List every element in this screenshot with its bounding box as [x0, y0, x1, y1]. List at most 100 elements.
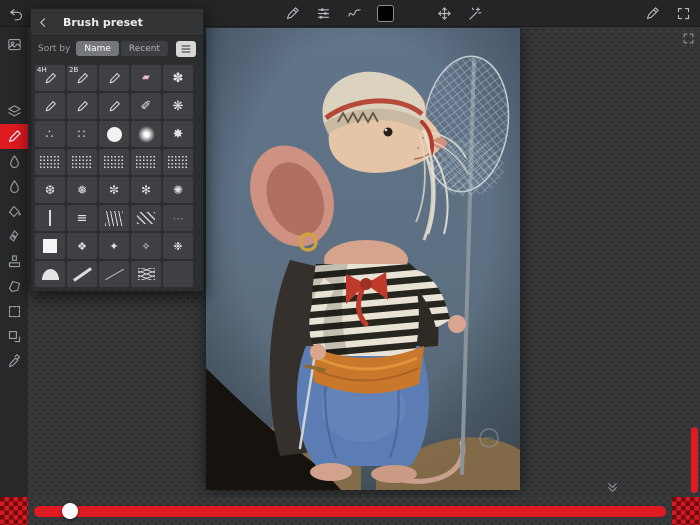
- undo-icon[interactable]: [5, 2, 27, 24]
- artwork-canvas[interactable]: [206, 28, 520, 490]
- transform-tool[interactable]: [0, 324, 28, 349]
- list-view-button[interactable]: [176, 41, 196, 57]
- brush-preset-cell[interactable]: ✻: [131, 177, 161, 203]
- brush-thumbnail: ✸: [173, 128, 184, 141]
- brush-thumbnail: ∴: [46, 128, 55, 140]
- expand-view-icon[interactable]: [682, 32, 695, 45]
- sort-option-name[interactable]: Name: [76, 41, 119, 56]
- sort-segmented-control: NameRecent: [76, 41, 168, 56]
- brush-thumbnail: ❉: [173, 241, 182, 252]
- brush-thumbnail: [105, 268, 124, 279]
- brush-preset-cell[interactable]: [35, 261, 65, 287]
- brush-preset-cell[interactable]: [131, 205, 161, 231]
- brush-preset-cell[interactable]: 2B: [67, 65, 97, 91]
- brush-preset-cell[interactable]: ✼: [99, 177, 129, 203]
- brush-preset-cell[interactable]: ✐: [131, 93, 161, 119]
- brush-thumbnail: ✐: [141, 100, 152, 113]
- brush-preset-cell[interactable]: ✺: [163, 177, 193, 203]
- brush-thumbnail: [137, 212, 155, 224]
- brush-preset-cell[interactable]: ✦: [99, 233, 129, 259]
- brush-preset-cell[interactable]: ❉: [163, 233, 193, 259]
- sort-label: Sort by: [38, 44, 70, 54]
- corner-pattern-right: [672, 497, 700, 525]
- brush-thumbnail: [108, 72, 121, 85]
- current-color: [377, 5, 394, 22]
- blur-tool[interactable]: [0, 149, 28, 174]
- brush-preset-cell[interactable]: [131, 121, 161, 147]
- brush-preset-cell[interactable]: [99, 65, 129, 91]
- layers-tool[interactable]: [0, 99, 28, 124]
- eyedropper-tool[interactable]: [0, 349, 28, 374]
- brush-preset-cell[interactable]: [67, 261, 97, 287]
- horizontal-scrollbar[interactable]: [34, 506, 666, 517]
- brush-preset-cell[interactable]: ✸: [163, 121, 193, 147]
- fill-tool[interactable]: [0, 199, 28, 224]
- smudge-tool[interactable]: [0, 174, 28, 199]
- brush-settings-icon[interactable]: [312, 2, 334, 24]
- brush-thumbnail: [138, 268, 155, 280]
- brush-thumbnail: ✧: [141, 241, 150, 252]
- brush-thumbnail: ✼: [109, 184, 119, 196]
- brush-preset-cell[interactable]: ✽: [163, 65, 193, 91]
- brush-preset-cell[interactable]: ❅: [67, 177, 97, 203]
- lasso-tool[interactable]: [0, 274, 28, 299]
- brush-preset-cell[interactable]: [35, 149, 65, 175]
- brush-preset-cell[interactable]: ▰: [131, 65, 161, 91]
- fullscreen-icon[interactable]: [672, 2, 694, 24]
- brush-preset-cell[interactable]: ∷: [67, 121, 97, 147]
- brush-thumbnail: [76, 100, 89, 113]
- corner-pattern-left: [0, 497, 28, 525]
- brush-thumbnail: ❋: [173, 100, 184, 113]
- move-tool-icon[interactable]: [433, 2, 455, 24]
- brush-preset-cell[interactable]: [163, 149, 193, 175]
- brush-thumbnail: [108, 100, 121, 113]
- brush-preset-cell[interactable]: ∴: [35, 121, 65, 147]
- brush-preset-cell[interactable]: ❋: [163, 93, 193, 119]
- brush-preset-cell[interactable]: ✧: [131, 233, 161, 259]
- brush-thumbnail: [44, 100, 57, 113]
- brush-preset-cell[interactable]: [67, 149, 97, 175]
- panel-title: Brush preset: [63, 16, 143, 29]
- edit-icon[interactable]: [641, 2, 663, 24]
- brush-mode-icon[interactable]: [281, 2, 303, 24]
- select-tool[interactable]: [0, 299, 28, 324]
- brush-preset-cell[interactable]: [99, 261, 129, 287]
- brush-thumbnail: ⋯: [173, 213, 184, 224]
- brush-preset-cell[interactable]: [35, 233, 65, 259]
- brush-preset-cell[interactable]: [67, 93, 97, 119]
- brush-preset-cell[interactable]: [35, 93, 65, 119]
- brush-thumbnail: ❖: [77, 241, 87, 252]
- brush-preset-cell[interactable]: [131, 149, 161, 175]
- panel-header: Brush preset: [31, 9, 203, 36]
- pen-tool[interactable]: [0, 224, 28, 249]
- wand-tool-icon[interactable]: [464, 2, 486, 24]
- brush-preset-cell[interactable]: [99, 93, 129, 119]
- gallery-tool[interactable]: [0, 32, 28, 57]
- brush-tool[interactable]: [0, 124, 28, 149]
- toolbar-center-group: [281, 0, 486, 26]
- sort-option-recent[interactable]: Recent: [121, 41, 168, 56]
- vertical-scrollbar[interactable]: [691, 427, 698, 493]
- brush-preset-cell[interactable]: [163, 261, 193, 287]
- brush-preset-cell[interactable]: [99, 205, 129, 231]
- brush-preset-cell[interactable]: ≡: [67, 205, 97, 231]
- brush-preset-cell[interactable]: [131, 261, 161, 287]
- brush-preset-cell[interactable]: 4H: [35, 65, 65, 91]
- brush-preset-cell[interactable]: [99, 149, 129, 175]
- brush-thumbnail: ∷: [78, 128, 87, 140]
- color-swatch[interactable]: [374, 2, 396, 24]
- brush-preset-cell[interactable]: [35, 205, 65, 231]
- stabilizer-icon[interactable]: [343, 2, 365, 24]
- bottom-bar: [0, 497, 700, 525]
- back-button[interactable]: [31, 9, 55, 35]
- brush-preset-cell[interactable]: ❆: [35, 177, 65, 203]
- brush-preset-cell[interactable]: ❖: [67, 233, 97, 259]
- brush-preset-cell[interactable]: ⋯: [163, 205, 193, 231]
- brush-thumbnail: ▰: [142, 73, 150, 83]
- collapse-toolbar-icon[interactable]: [606, 481, 619, 494]
- brush-preset-cell[interactable]: [99, 121, 129, 147]
- brush-thumbnail: ❅: [77, 184, 87, 196]
- scrollbar-knob[interactable]: [62, 503, 78, 519]
- stamp-tool[interactable]: [0, 249, 28, 274]
- brush-thumbnail: [135, 155, 157, 170]
